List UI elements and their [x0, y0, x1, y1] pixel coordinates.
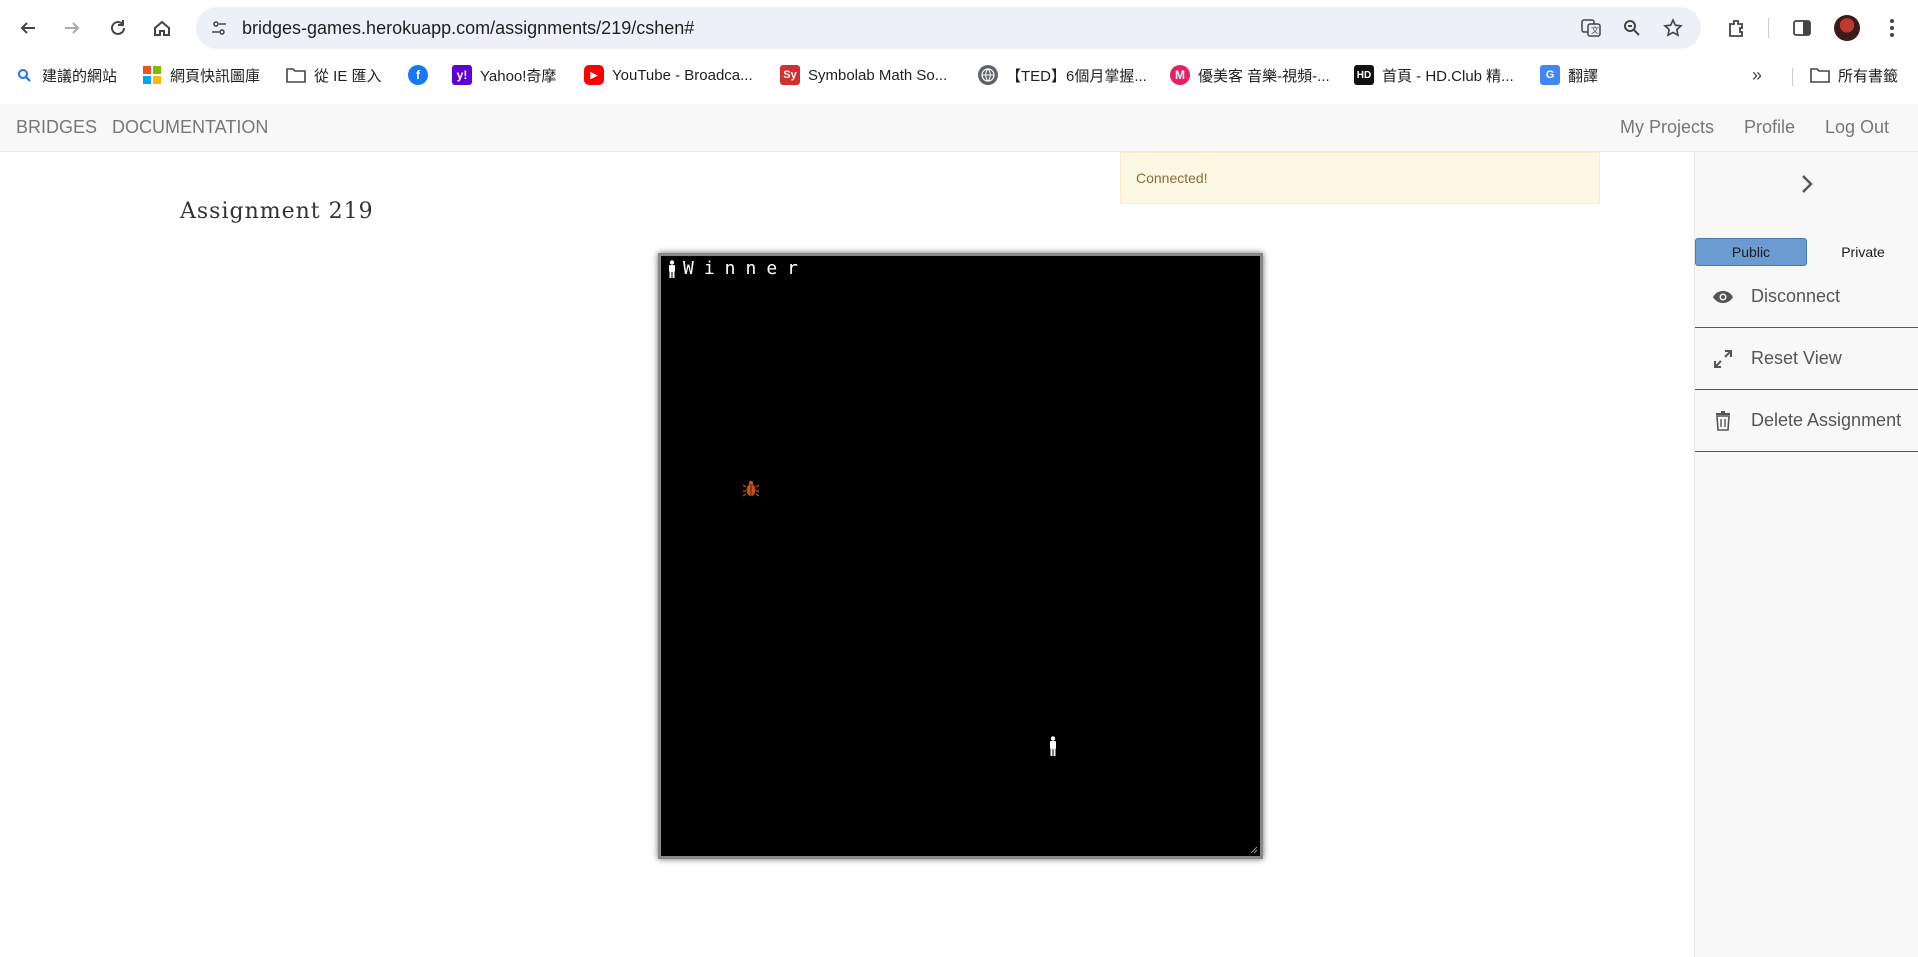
globe-icon	[978, 65, 998, 85]
bookmark-translate[interactable]: G 翻譯	[1540, 63, 1598, 87]
game-canvas[interactable]: Winner	[658, 253, 1263, 859]
bookmark-youtube[interactable]: ▶ YouTube - Broadca...	[584, 63, 753, 87]
reset-view-button[interactable]: Reset View	[1695, 328, 1918, 390]
address-bar[interactable]: bridges-games.herokuapp.com/assignments/…	[196, 7, 1701, 49]
app-navbar: BRIDGES DOCUMENTATION My Projects Profil…	[0, 104, 1918, 152]
bookmarks-divider	[1792, 68, 1793, 86]
bookmark-hdclub[interactable]: HD 首頁 - HD.Club 精...	[1354, 63, 1514, 87]
bookmark-umeike[interactable]: M 優美客 音樂-視頻-...	[1170, 63, 1330, 87]
logout-link[interactable]: Log Out	[1825, 117, 1889, 138]
person-icon	[1050, 736, 1056, 756]
bookmark-label: 首頁 - HD.Club 精...	[1382, 67, 1514, 85]
profile-link[interactable]: Profile	[1744, 117, 1795, 138]
person-icon	[669, 260, 675, 278]
disconnect-label: Disconnect	[1751, 286, 1841, 306]
right-sidebar: Public Private Disconnect Reset View Del…	[1694, 152, 1918, 957]
bookmark-label: 優美客 音樂-視頻-...	[1198, 67, 1330, 85]
folder-icon	[1810, 65, 1830, 85]
extensions-icon[interactable]	[1722, 14, 1750, 42]
page-title: Assignment 219	[180, 199, 374, 224]
connected-alert: Connected!	[1120, 152, 1600, 204]
m-icon: M	[1170, 65, 1190, 85]
bookmark-label: Symbolab Math So...	[808, 66, 948, 84]
bookmark-yahoo[interactable]: y! Yahoo!奇摩	[452, 63, 556, 87]
side-panel-icon[interactable]	[1788, 14, 1816, 42]
public-toggle-button[interactable]: Public	[1695, 238, 1807, 266]
avatar[interactable]	[1834, 15, 1860, 41]
google-translate-icon: G	[1540, 65, 1560, 85]
symbolab-icon: Sy	[780, 65, 800, 85]
game-status-text: Winner	[683, 258, 809, 279]
bookmark-facebook[interactable]: f	[408, 63, 436, 87]
trash-icon	[1695, 410, 1751, 431]
bookmark-label: 【TED】6個月掌握...	[1006, 67, 1147, 85]
bookmark-label: Yahoo!奇摩	[480, 67, 557, 85]
bug-icon	[743, 480, 759, 497]
more-bookmarks-chevron-icon[interactable]: »	[1752, 63, 1762, 87]
home-icon[interactable]	[146, 12, 178, 44]
folder-icon	[286, 65, 306, 85]
expand-arrows-icon	[1695, 349, 1751, 368]
bookmark-ted[interactable]: 【TED】6個月掌握...	[978, 63, 1147, 87]
bookmark-web-slice-gallery[interactable]: 網頁快訊圖庫	[142, 63, 260, 87]
my-projects-link[interactable]: My Projects	[1620, 117, 1714, 138]
svg-text:文: 文	[1591, 25, 1599, 35]
hd-icon: HD	[1354, 65, 1374, 85]
facebook-icon: f	[408, 65, 428, 85]
browser-toolbar: bridges-games.herokuapp.com/assignments/…	[0, 0, 1918, 56]
resize-handle-icon[interactable]	[1250, 846, 1258, 854]
bookmark-label: 從 IE 匯入	[314, 67, 382, 85]
delete-assignment-label: Delete Assignment	[1751, 410, 1902, 430]
windows-logo-icon	[142, 65, 162, 85]
reload-icon[interactable]	[102, 12, 134, 44]
translate-icon[interactable]: 文	[1580, 17, 1602, 39]
bookmark-label: 所有書籤	[1838, 67, 1899, 85]
back-arrow-icon[interactable]	[12, 12, 44, 44]
collapse-chevron-right-icon[interactable]	[1695, 152, 1918, 216]
bookmark-label: 網頁快訊圖庫	[170, 67, 261, 85]
private-toggle-button[interactable]: Private	[1807, 238, 1918, 266]
star-icon[interactable]	[1662, 17, 1684, 39]
bookmarks-bar: 建議的網站 網頁快訊圖庫 從 IE 匯入 f y! Yahoo!奇摩 ▶ You…	[0, 56, 1918, 94]
forward-arrow-icon[interactable]	[56, 12, 88, 44]
search-icon	[14, 65, 34, 85]
all-bookmarks-folder[interactable]: 所有書籤	[1810, 63, 1898, 87]
eye-icon	[1695, 290, 1751, 304]
brand-link[interactable]: BRIDGES	[16, 117, 97, 138]
yahoo-icon: y!	[452, 65, 472, 85]
kebab-menu-icon[interactable]	[1878, 14, 1906, 42]
site-info-icon[interactable]	[204, 13, 234, 43]
bookmark-symbolab[interactable]: Sy Symbolab Math So...	[780, 63, 947, 87]
youtube-icon: ▶	[584, 65, 604, 85]
bookmark-label: YouTube - Broadca...	[612, 66, 753, 84]
toolbar-divider	[1768, 18, 1769, 38]
documentation-link[interactable]: DOCUMENTATION	[112, 117, 268, 138]
bookmark-label: 翻譯	[1568, 67, 1599, 85]
zoom-icon[interactable]	[1621, 17, 1643, 39]
bookmark-suggested-sites[interactable]: 建議的網站	[14, 63, 117, 87]
disconnect-button[interactable]: Disconnect	[1695, 266, 1918, 328]
bookmark-label: 建議的網站	[42, 67, 118, 85]
reset-view-label: Reset View	[1751, 348, 1842, 368]
bookmark-import-ie[interactable]: 從 IE 匯入	[286, 63, 382, 87]
delete-assignment-button[interactable]: Delete Assignment	[1695, 390, 1918, 452]
url-text: bridges-games.herokuapp.com/assignments/…	[242, 18, 695, 38]
